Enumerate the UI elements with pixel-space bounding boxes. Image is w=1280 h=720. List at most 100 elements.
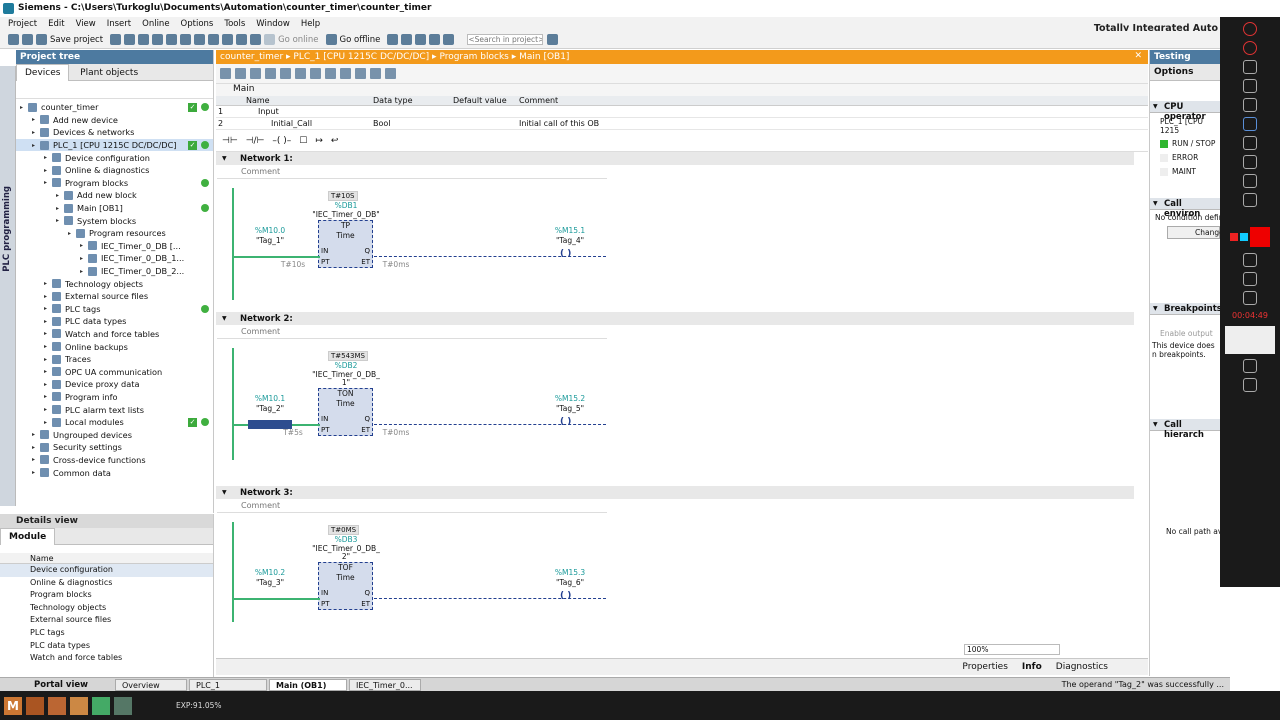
tree-item[interactable]: ▸ Online & diagnostics [16,164,213,177]
details-list-item[interactable]: Program blocks [0,589,213,602]
expand-arrow-icon[interactable]: ▸ [44,393,52,400]
details-list-item[interactable]: Device configuration [0,564,213,577]
cut-icon[interactable] [124,34,136,45]
app-icon-1[interactable] [26,696,44,715]
expand-arrow-icon[interactable]: ▸ [68,230,76,237]
tree-item[interactable]: ▸ Program resources [16,227,213,240]
tree-item[interactable]: ▸ Local modules ✓ [16,416,213,429]
breadcrumb-program-blocks[interactable]: Program blocks [439,52,508,62]
tree-item[interactable]: ▸ Cross-device functions [16,454,213,467]
expand-arrow-icon[interactable]: ▸ [44,406,52,413]
text-icon[interactable] [1243,193,1257,207]
record-icon[interactable] [1243,22,1257,36]
highlighter-icon[interactable] [1243,155,1257,169]
color-cyan[interactable] [1240,233,1248,241]
tree-item[interactable]: ▸ Add new device [16,114,213,127]
print-icon[interactable] [110,34,122,45]
star-icon[interactable] [1243,174,1257,188]
menu-help[interactable]: Help [301,19,320,29]
tree-item[interactable]: ▸ OPC UA communication [16,365,213,378]
network-title[interactable]: Network 2: [216,312,1134,325]
tree-item[interactable]: ▸ Technology objects [16,277,213,290]
diagnostics-tab[interactable]: Diagnostics [1056,662,1108,672]
open-project-icon[interactable] [22,34,33,45]
options-tab[interactable]: Options [1150,64,1220,81]
eraser-icon[interactable] [1243,291,1257,305]
tree-item[interactable]: ▸ System blocks [16,214,213,227]
network-comment[interactable]: Comment [217,499,607,513]
interface-row[interactable]: 2 Initial_Call Bool Initial call of this… [216,118,1148,130]
clear-icon[interactable] [1243,272,1257,286]
tree-item[interactable]: ▸ Common data [16,466,213,479]
tree-item[interactable]: ▸ Watch and force tables [16,328,213,341]
project-search-input[interactable] [467,34,544,45]
open-branch-icon[interactable]: ↦ [315,136,323,146]
breadcrumb-main[interactable]: Main [OB1] [519,52,569,62]
simulation-icon[interactable] [250,34,262,45]
network-comment[interactable]: Comment [217,325,607,339]
ladder-network[interactable]: Network 2:CommentT#543MS%DB2"IEC_Timer_0… [216,312,1134,472]
menu-edit[interactable]: Edit [48,19,64,29]
split-vertical-icon[interactable] [443,34,455,45]
details-list-item[interactable]: PLC tags [0,627,213,640]
tree-item[interactable]: ▸ IEC_Timer_0_DB [... [16,240,213,253]
expand-arrow-icon[interactable]: ▸ [80,255,88,262]
accessible-devices-icon[interactable] [387,34,399,45]
tree-item[interactable]: ▸ Ungrouped devices [16,428,213,441]
info-tab[interactable]: Info [1022,662,1042,672]
expand-arrow-icon[interactable]: ▸ [32,142,40,149]
network-comment[interactable]: Comment [217,165,607,179]
expand-arrow-icon[interactable]: ▸ [44,356,52,363]
expand-arrow-icon[interactable]: ▸ [32,469,40,476]
keyboard-icon[interactable] [1243,378,1257,392]
expand-arrow-icon[interactable]: ▸ [44,343,52,350]
menu-online[interactable]: Online [142,19,169,29]
expand-arrow-icon[interactable]: ▸ [44,330,52,337]
change-button[interactable]: Change [1167,226,1224,239]
taskbar-tab-main[interactable]: Main (OB1) [269,679,347,691]
interface-row[interactable]: 1 Input [216,106,1148,118]
cursor-icon[interactable] [1243,117,1257,131]
expand-arrow-icon[interactable]: ▸ [56,192,64,199]
tree-item[interactable]: ▸ Main [OB1] [16,202,213,215]
properties-tab[interactable]: Properties [962,662,1007,672]
tree-item[interactable]: ▸ IEC_Timer_0_DB_1... [16,252,213,265]
output-coil-icon[interactable]: ( ) [560,249,571,259]
expand-arrow-icon[interactable]: ▸ [44,368,52,375]
go-offline-button[interactable]: Go offline [340,35,381,45]
tree-item[interactable]: ▸ Devices & networks [16,126,213,139]
expand-arrow-icon[interactable]: ▸ [32,431,40,438]
new-project-icon[interactable] [8,34,19,45]
expand-arrow-icon[interactable]: ▸ [44,280,52,287]
redo-icon[interactable] [194,34,206,45]
details-list-item[interactable]: Online & diagnostics [0,577,213,590]
zoom-select[interactable]: 100% [964,644,1060,655]
menu-project[interactable]: Project [8,19,37,29]
output-coil-icon[interactable]: ( ) [560,591,571,601]
normally-closed-contact-icon[interactable]: ⊣/⊢ [246,136,265,146]
compare-icon[interactable] [385,68,396,79]
expand-arrow-icon[interactable]: ▸ [80,268,88,275]
expand-networks-icon[interactable] [280,68,291,79]
compile-icon[interactable] [208,34,220,45]
breakpoints-section[interactable]: Breakpoints [1150,303,1222,315]
output-coil-icon[interactable]: ( ) [560,417,571,427]
portal-view-button[interactable]: Portal view [0,680,115,690]
app-icon-3[interactable] [70,696,88,715]
tree-item[interactable]: ▸ Program info [16,391,213,404]
taskbar-tab-plc1[interactable]: PLC_1 [189,679,267,691]
comment-toggle-icon[interactable] [340,68,351,79]
upload-icon[interactable] [236,34,248,45]
tree-item[interactable]: ▸ Security settings [16,441,213,454]
tab-devices[interactable]: Devices [16,64,70,81]
plc-programming-vertical-tab[interactable]: PLC programming [0,66,16,506]
ladder-network[interactable]: Network 1:Comment T#10S%DB1"IEC_Timer_0_D… [216,152,1134,312]
network-title[interactable]: Network 1: [216,152,1134,165]
go-offline-icon[interactable] [325,34,337,45]
network-title[interactable]: Network 3: [216,486,1134,499]
tree-item[interactable]: ▸ Program blocks [16,177,213,190]
add-row-icon[interactable] [265,68,276,79]
color-red[interactable] [1230,233,1238,241]
selected-contact[interactable] [248,420,292,429]
expand-arrow-icon[interactable]: ▸ [56,205,64,212]
